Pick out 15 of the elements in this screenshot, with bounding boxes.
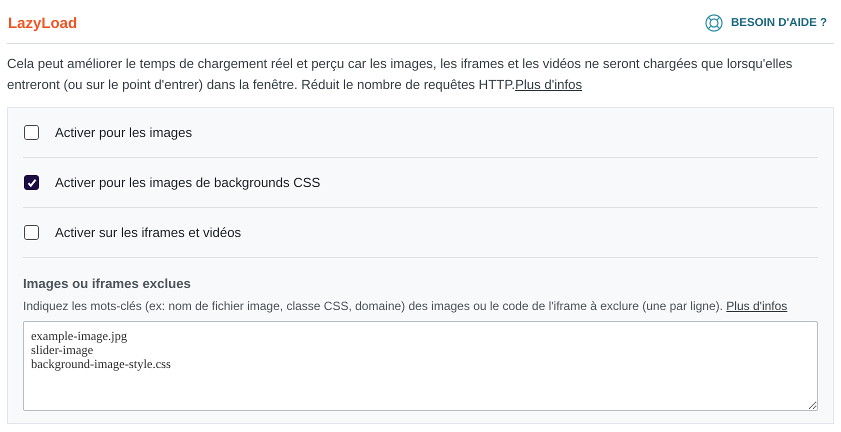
- field-label: Images ou iframes exclues: [23, 276, 192, 291]
- more-info-link[interactable]: Plus d'infos: [726, 299, 788, 313]
- checkbox[interactable]: [24, 125, 39, 140]
- more-info-link[interactable]: Plus d'infos: [515, 77, 582, 92]
- section-title: LazyLoad: [8, 15, 78, 32]
- checkbox[interactable]: [24, 225, 39, 240]
- help-link[interactable]: BESOIN D'AIDE ?: [704, 14, 827, 32]
- lifebuoy-icon: [704, 14, 723, 32]
- field-hint: Indiquez les mots-clés (ex: nom de fichier image, classe CSS, domaine) des images ou le code de l'iframe à exclure (une par ligne). Plus d'infos: [23, 299, 788, 313]
- exclusions-field[interactable]: example-image.jpg slider-image background-image-style.css: [23, 321, 818, 411]
- checkbox[interactable]: [24, 175, 39, 190]
- checkbox-label: Activer sur les iframes et vidéos: [55, 225, 242, 240]
- checkbox-label: Activer pour les images de backgrounds CSS: [55, 175, 320, 190]
- description-text: Cela peut améliorer le temps de chargement réel et perçu car les images, les iframes et les vidéos ne seront chargées que lorsqu'elles entreront (ou sur le point d'entrer) dans la fenêtre. Réduit le nombre de requêtes HTTP.Plus d'infos: [7, 55, 794, 94]
- checkbox-label: Activer pour les images: [55, 125, 192, 140]
